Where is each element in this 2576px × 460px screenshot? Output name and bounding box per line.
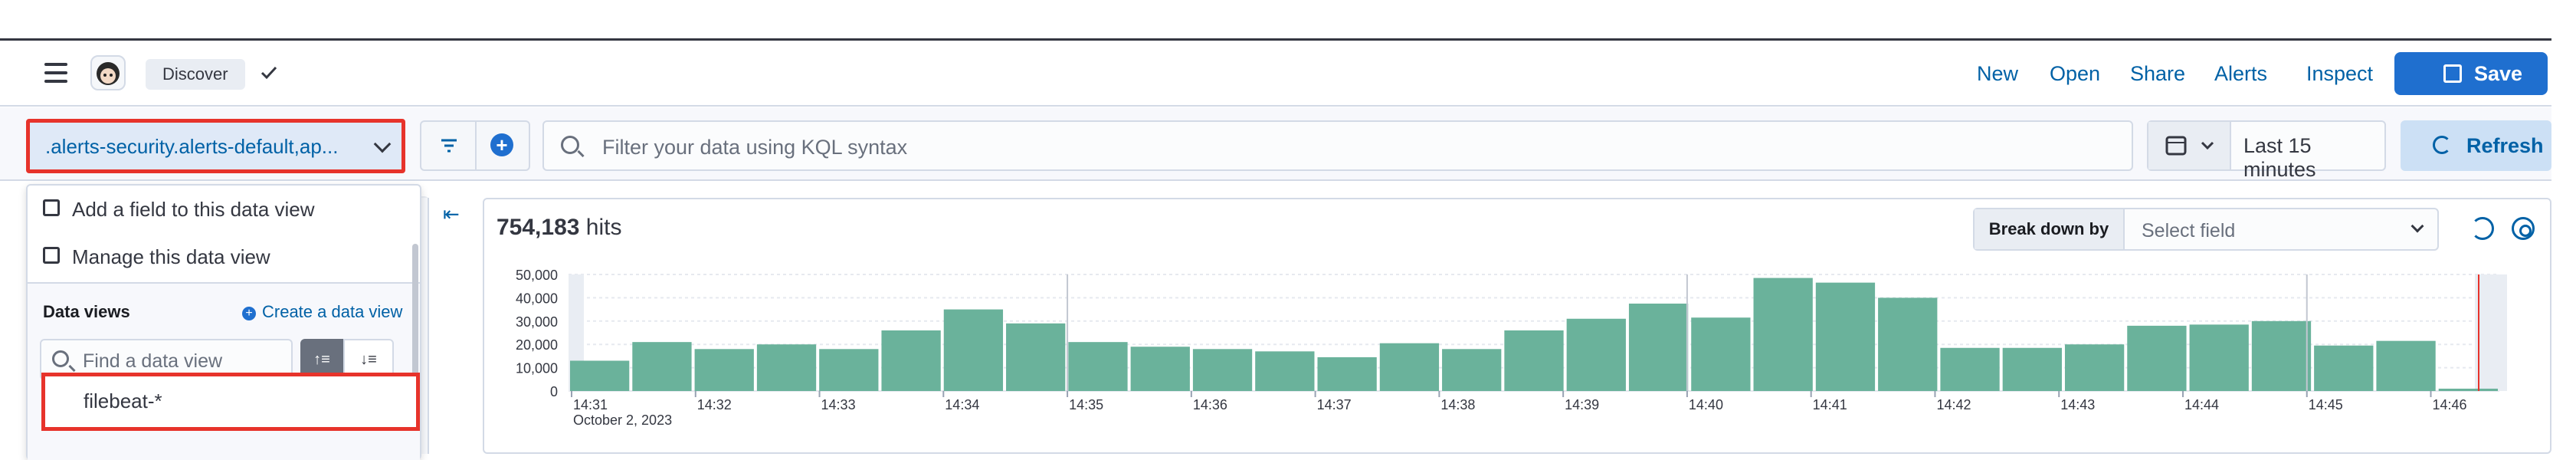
histogram-bar [1130, 347, 1190, 391]
x-date-label: October 2, 2023 [573, 412, 672, 428]
histogram-bar [2064, 344, 2125, 391]
y-tick-label: 10,000 [516, 361, 558, 376]
histogram-bar [2189, 324, 2249, 391]
x-tick-label: 14:37 [1317, 397, 1352, 412]
x-tick-label: 14:39 [1565, 397, 1599, 412]
histogram-bar [1379, 343, 1440, 391]
histogram-bar [819, 349, 879, 391]
x-tick-label: 14:41 [1813, 397, 1847, 412]
histogram-bar [694, 349, 754, 391]
x-tick-label: 14:40 [1689, 397, 1723, 412]
histogram-bar [1815, 282, 1876, 391]
histogram-bar [2127, 325, 2187, 391]
histogram-bar [1504, 330, 1564, 391]
out-of-range-end [2475, 274, 2507, 391]
histogram-bar [1317, 356, 1377, 391]
histogram-bar [1753, 278, 1813, 391]
histogram-bar [2438, 388, 2498, 391]
histogram-bar [1442, 349, 1502, 391]
x-tick-label: 14:44 [2184, 397, 2219, 412]
y-tick-label: 20,000 [516, 337, 558, 353]
histogram-bar [2314, 345, 2374, 391]
x-tick-label: 14:46 [2433, 397, 2467, 412]
histogram-bar [1068, 342, 1128, 391]
histogram-bar [943, 309, 1004, 391]
y-tick-label: 40,000 [516, 291, 558, 306]
x-tick-label: 14:32 [697, 397, 732, 412]
histogram-bar [632, 342, 692, 391]
histogram-bar [1878, 297, 1938, 391]
x-tick-label: 14:33 [821, 397, 856, 412]
histogram-bar [1940, 347, 2000, 391]
y-tick-label: 0 [550, 384, 558, 399]
histogram-bar [2002, 347, 2062, 391]
x-tick-label: 14:38 [1440, 397, 1475, 412]
histogram-bar [2251, 320, 2312, 391]
x-tick-label: 14:34 [945, 397, 979, 412]
x-tick-label: 14:42 [1936, 397, 1971, 412]
histogram-bar [1691, 317, 1751, 391]
x-tick-label: 14:43 [2060, 397, 2095, 412]
x-tick-label: 14:45 [2309, 397, 2343, 412]
histogram-bar [1628, 304, 1689, 391]
y-tick-label: 50,000 [516, 268, 558, 283]
y-tick-label: 30,000 [516, 314, 558, 330]
histogram-bar [881, 330, 941, 391]
histogram-bar [570, 360, 630, 391]
histogram-bar [756, 344, 817, 391]
histogram-chart[interactable]: 50,000 40,000 30,000 20,000 10,000 0 14:31 14:3… [0, 0, 2576, 454]
histogram-bar [1192, 349, 1253, 391]
x-tick-label: 14:31 [573, 397, 608, 412]
x-tick-label: 14:36 [1193, 397, 1227, 412]
x-tick-label: 14:35 [1069, 397, 1103, 412]
histogram-bar [1255, 351, 1315, 391]
histogram-bar [1006, 323, 1066, 391]
histogram-bar [2376, 340, 2436, 391]
histogram-bar [1566, 318, 1626, 391]
